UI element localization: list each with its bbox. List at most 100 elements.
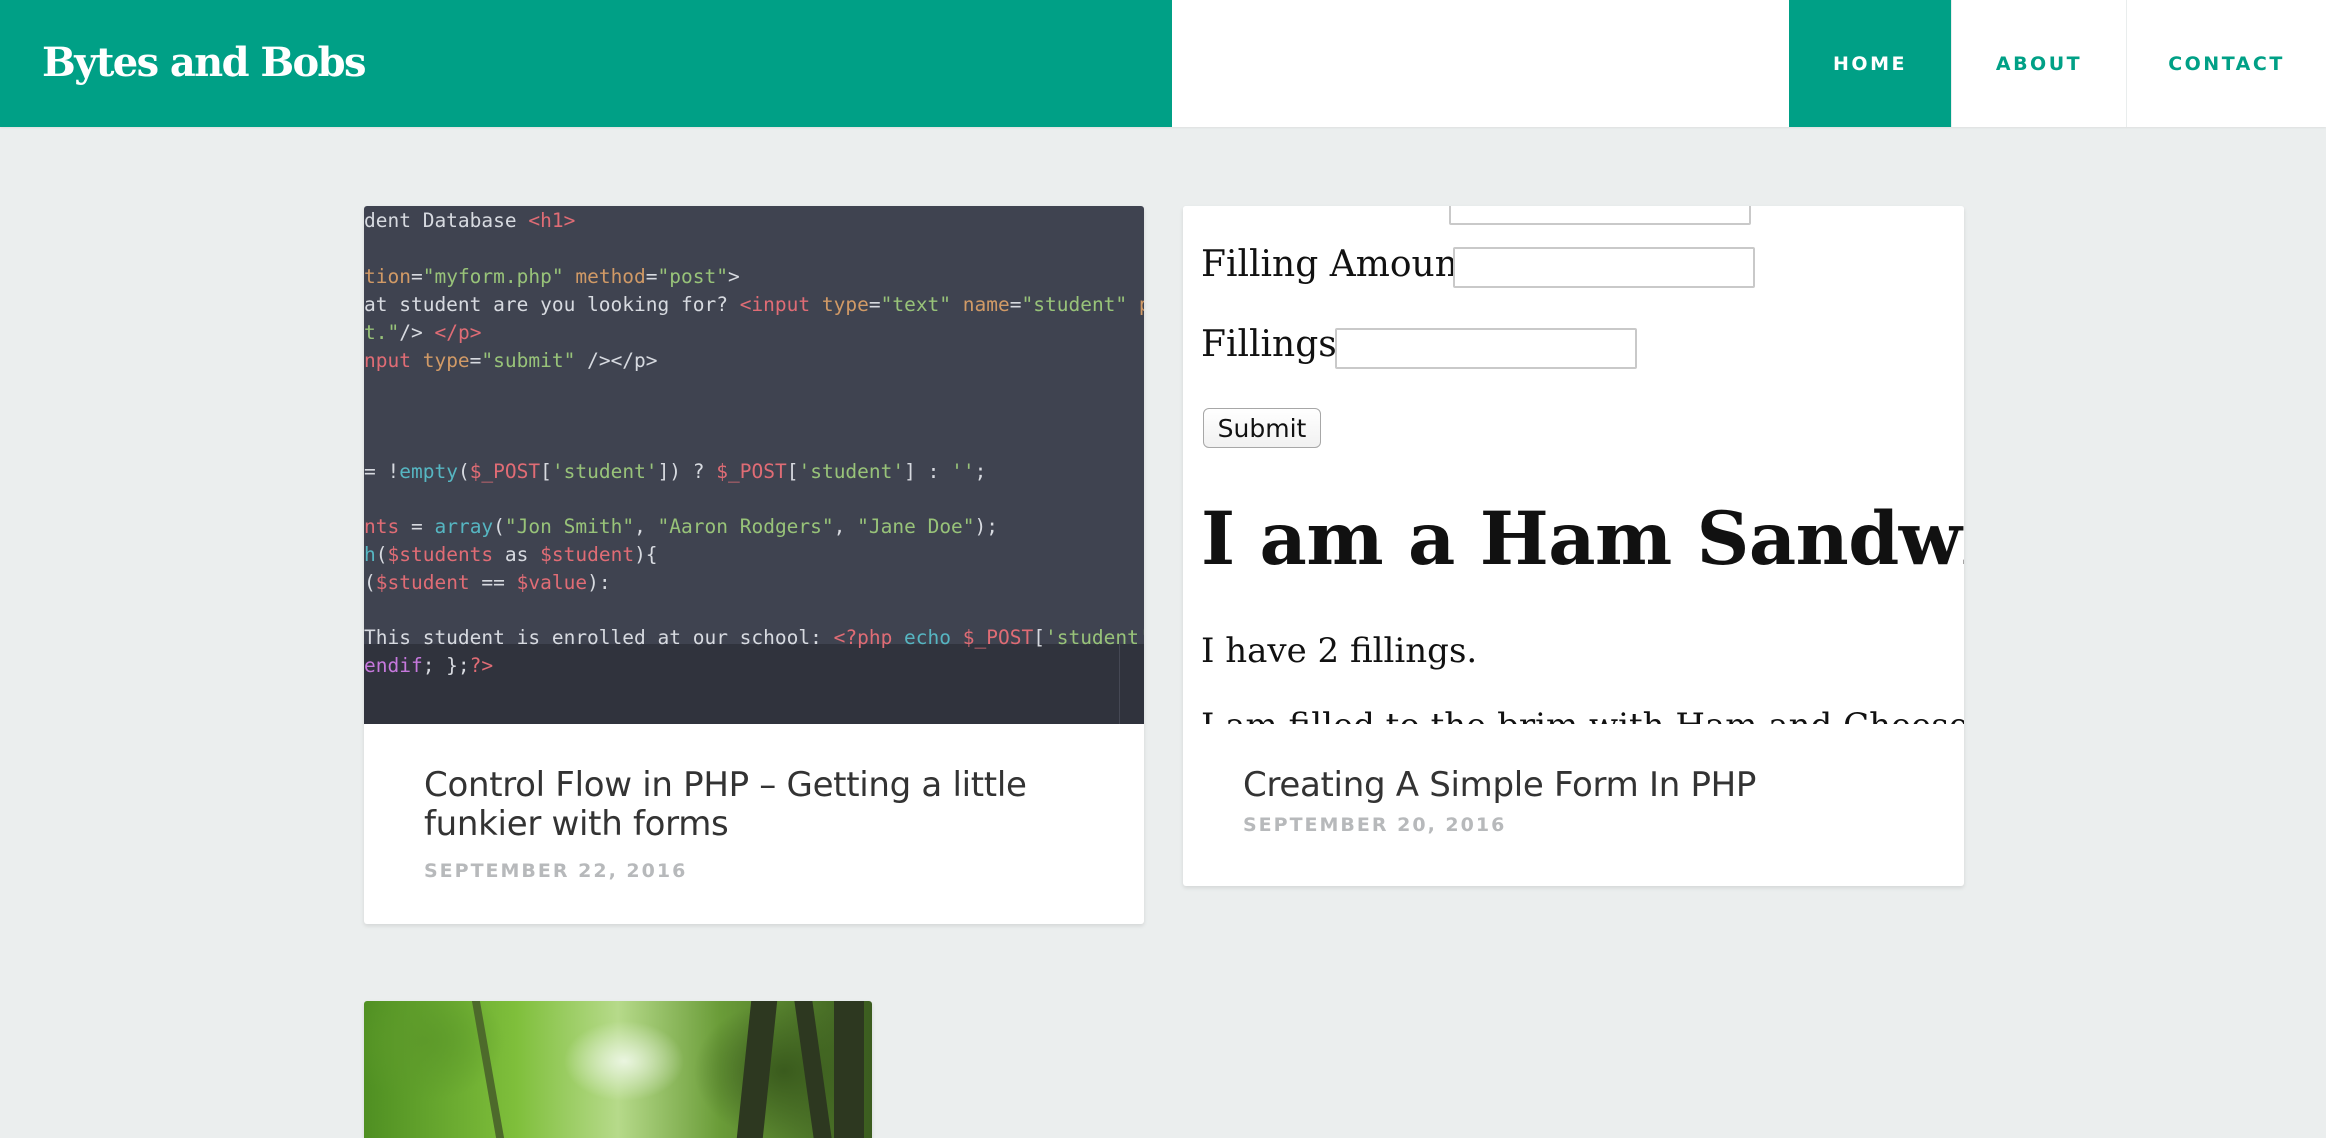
post-thumbnail-form[interactable]: Filling Amount: Fillings: Submit I am a … xyxy=(1183,206,1964,724)
post-card[interactable] xyxy=(364,1001,872,1138)
code-line: dent Database <h1> xyxy=(364,207,575,235)
code-token: type xyxy=(410,349,470,372)
code-token: , xyxy=(833,515,858,538)
post-date: SEPTEMBER 20, 2016 xyxy=(1243,814,1507,836)
code-line: t."/> </p> xyxy=(364,319,481,347)
code-token: "text" xyxy=(880,293,952,316)
code-line: h($students as $student){ xyxy=(364,541,658,569)
submit-button: Submit xyxy=(1203,408,1321,448)
code-token: ]) ? xyxy=(657,460,717,483)
code-token: <h1> xyxy=(528,209,576,232)
code-line: = !empty($_POST['student']) ? $_POST['st… xyxy=(364,458,986,486)
code-token: "myform.php" xyxy=(422,265,564,288)
filling-amount-field xyxy=(1453,247,1755,288)
code-token: "Jane Doe" xyxy=(857,515,975,538)
code-token: /> xyxy=(399,321,435,344)
code-token: $_POST xyxy=(962,626,1034,649)
post-thumbnail-forest[interactable] xyxy=(364,1001,872,1138)
tree-trunk xyxy=(794,1001,832,1138)
code-token: type xyxy=(810,293,869,316)
code-token: "Jon Smith" xyxy=(504,515,635,538)
code-line: endif; };?> xyxy=(364,652,493,680)
code-token: /></p> xyxy=(575,349,658,372)
code-token: == xyxy=(469,571,517,594)
code-token: as xyxy=(493,543,541,566)
fillings-label: Fillings: xyxy=(1201,324,1349,365)
code-token: place xyxy=(1127,293,1144,316)
code-token: "student" xyxy=(1021,293,1128,316)
code-token: name xyxy=(951,293,1010,316)
filling-amount-label: Filling Amount: xyxy=(1201,244,1485,285)
code-token: 'student' xyxy=(1044,626,1144,649)
code-token: ( xyxy=(364,571,376,594)
code-token: $_POST xyxy=(716,460,787,483)
code-token: = ! xyxy=(364,460,400,483)
code-token: ( xyxy=(375,543,388,566)
filled-paragraph: I am filled to the brim with Ham and Che… xyxy=(1201,706,1964,724)
code-line: nput type="submit" /></p> xyxy=(364,347,658,375)
code-token: $student xyxy=(540,543,635,566)
code-token: tion xyxy=(364,265,411,288)
post-card[interactable]: dent Database <h1> tion = "myform.php" met… xyxy=(364,206,1144,924)
code-token: $students xyxy=(387,543,494,566)
code-token: ; }; xyxy=(422,654,470,677)
code-line: nts = array("Jon Smith", "Aaron Rodgers"… xyxy=(364,513,998,541)
tree-trunk xyxy=(736,1001,778,1138)
code-token: '' xyxy=(951,460,975,483)
code-token: ( xyxy=(457,460,470,483)
code-token: $value xyxy=(516,571,588,594)
code-line: at student are you looking for? <input t… xyxy=(364,291,1144,319)
code-token: ){ xyxy=(634,543,658,566)
code-token: > xyxy=(728,265,740,288)
code-token: method xyxy=(563,265,646,288)
code-token: = xyxy=(399,515,435,538)
code-token: dent Database xyxy=(364,209,529,232)
main-nav: HOME ABOUT CONTACT xyxy=(1789,0,2326,127)
code-token: = xyxy=(1009,293,1022,316)
nav-item-home[interactable]: HOME xyxy=(1789,0,1951,127)
sandwich-heading: I am a Ham Sandwich! xyxy=(1201,496,1964,582)
post-card[interactable]: Filling Amount: Fillings: Submit I am a … xyxy=(1183,206,1964,886)
post-thumbnail-code[interactable]: dent Database <h1> tion = "myform.php" met… xyxy=(364,206,1144,724)
fillings-paragraph: I have 2 fillings. xyxy=(1201,631,1478,671)
code-token: empty xyxy=(399,460,458,483)
nav-item-about[interactable]: ABOUT xyxy=(1951,0,2126,127)
code-token: at student are you looking for? xyxy=(364,293,740,316)
code-token: , xyxy=(634,515,658,538)
code-token: ); xyxy=(974,515,999,538)
code-token: array xyxy=(434,515,494,538)
tree-trunk xyxy=(471,1001,505,1138)
site-title-link[interactable]: Bytes and Bobs xyxy=(42,36,367,90)
code-token: ] : xyxy=(904,460,952,483)
code-token: t." xyxy=(364,321,400,344)
code-line: This student is enrolled at our school: … xyxy=(364,624,1144,652)
code-token: </p> xyxy=(434,321,482,344)
code-token: <input xyxy=(739,293,811,316)
code-line: tion="myform.php" method="post"> xyxy=(364,263,740,291)
editor-guide xyxy=(1119,644,1120,724)
code-line: ($student == $value): xyxy=(364,569,611,597)
code-token: endif xyxy=(364,654,423,677)
post-title-link[interactable]: Creating A Simple Form In PHP xyxy=(1243,766,1903,805)
code-token: [ xyxy=(540,460,552,483)
brand-bar: Bytes and Bobs xyxy=(0,0,1172,127)
code-token: <?php xyxy=(833,626,893,649)
code-token: 'student' xyxy=(551,460,658,483)
code-token: nput xyxy=(364,349,411,372)
post-date: SEPTEMBER 22, 2016 xyxy=(424,860,688,882)
form-field-partial xyxy=(1449,206,1751,225)
nav-item-contact[interactable]: CONTACT xyxy=(2126,0,2326,127)
code-token: echo xyxy=(892,626,963,649)
code-token: $_POST xyxy=(469,460,541,483)
code-token: $student xyxy=(375,571,470,594)
code-token: ; xyxy=(974,460,987,483)
code-token: = xyxy=(645,265,658,288)
code-token: h xyxy=(364,543,376,566)
code-token: nts xyxy=(364,515,400,538)
code-token: "Aaron Rodgers" xyxy=(657,515,834,538)
post-title-link[interactable]: Control Flow in PHP – Getting a little f… xyxy=(424,766,1084,844)
code-token: 'student' xyxy=(798,460,905,483)
code-token: "post" xyxy=(657,265,728,288)
code-token: ?> xyxy=(469,654,494,677)
tree-trunk xyxy=(834,1001,864,1138)
